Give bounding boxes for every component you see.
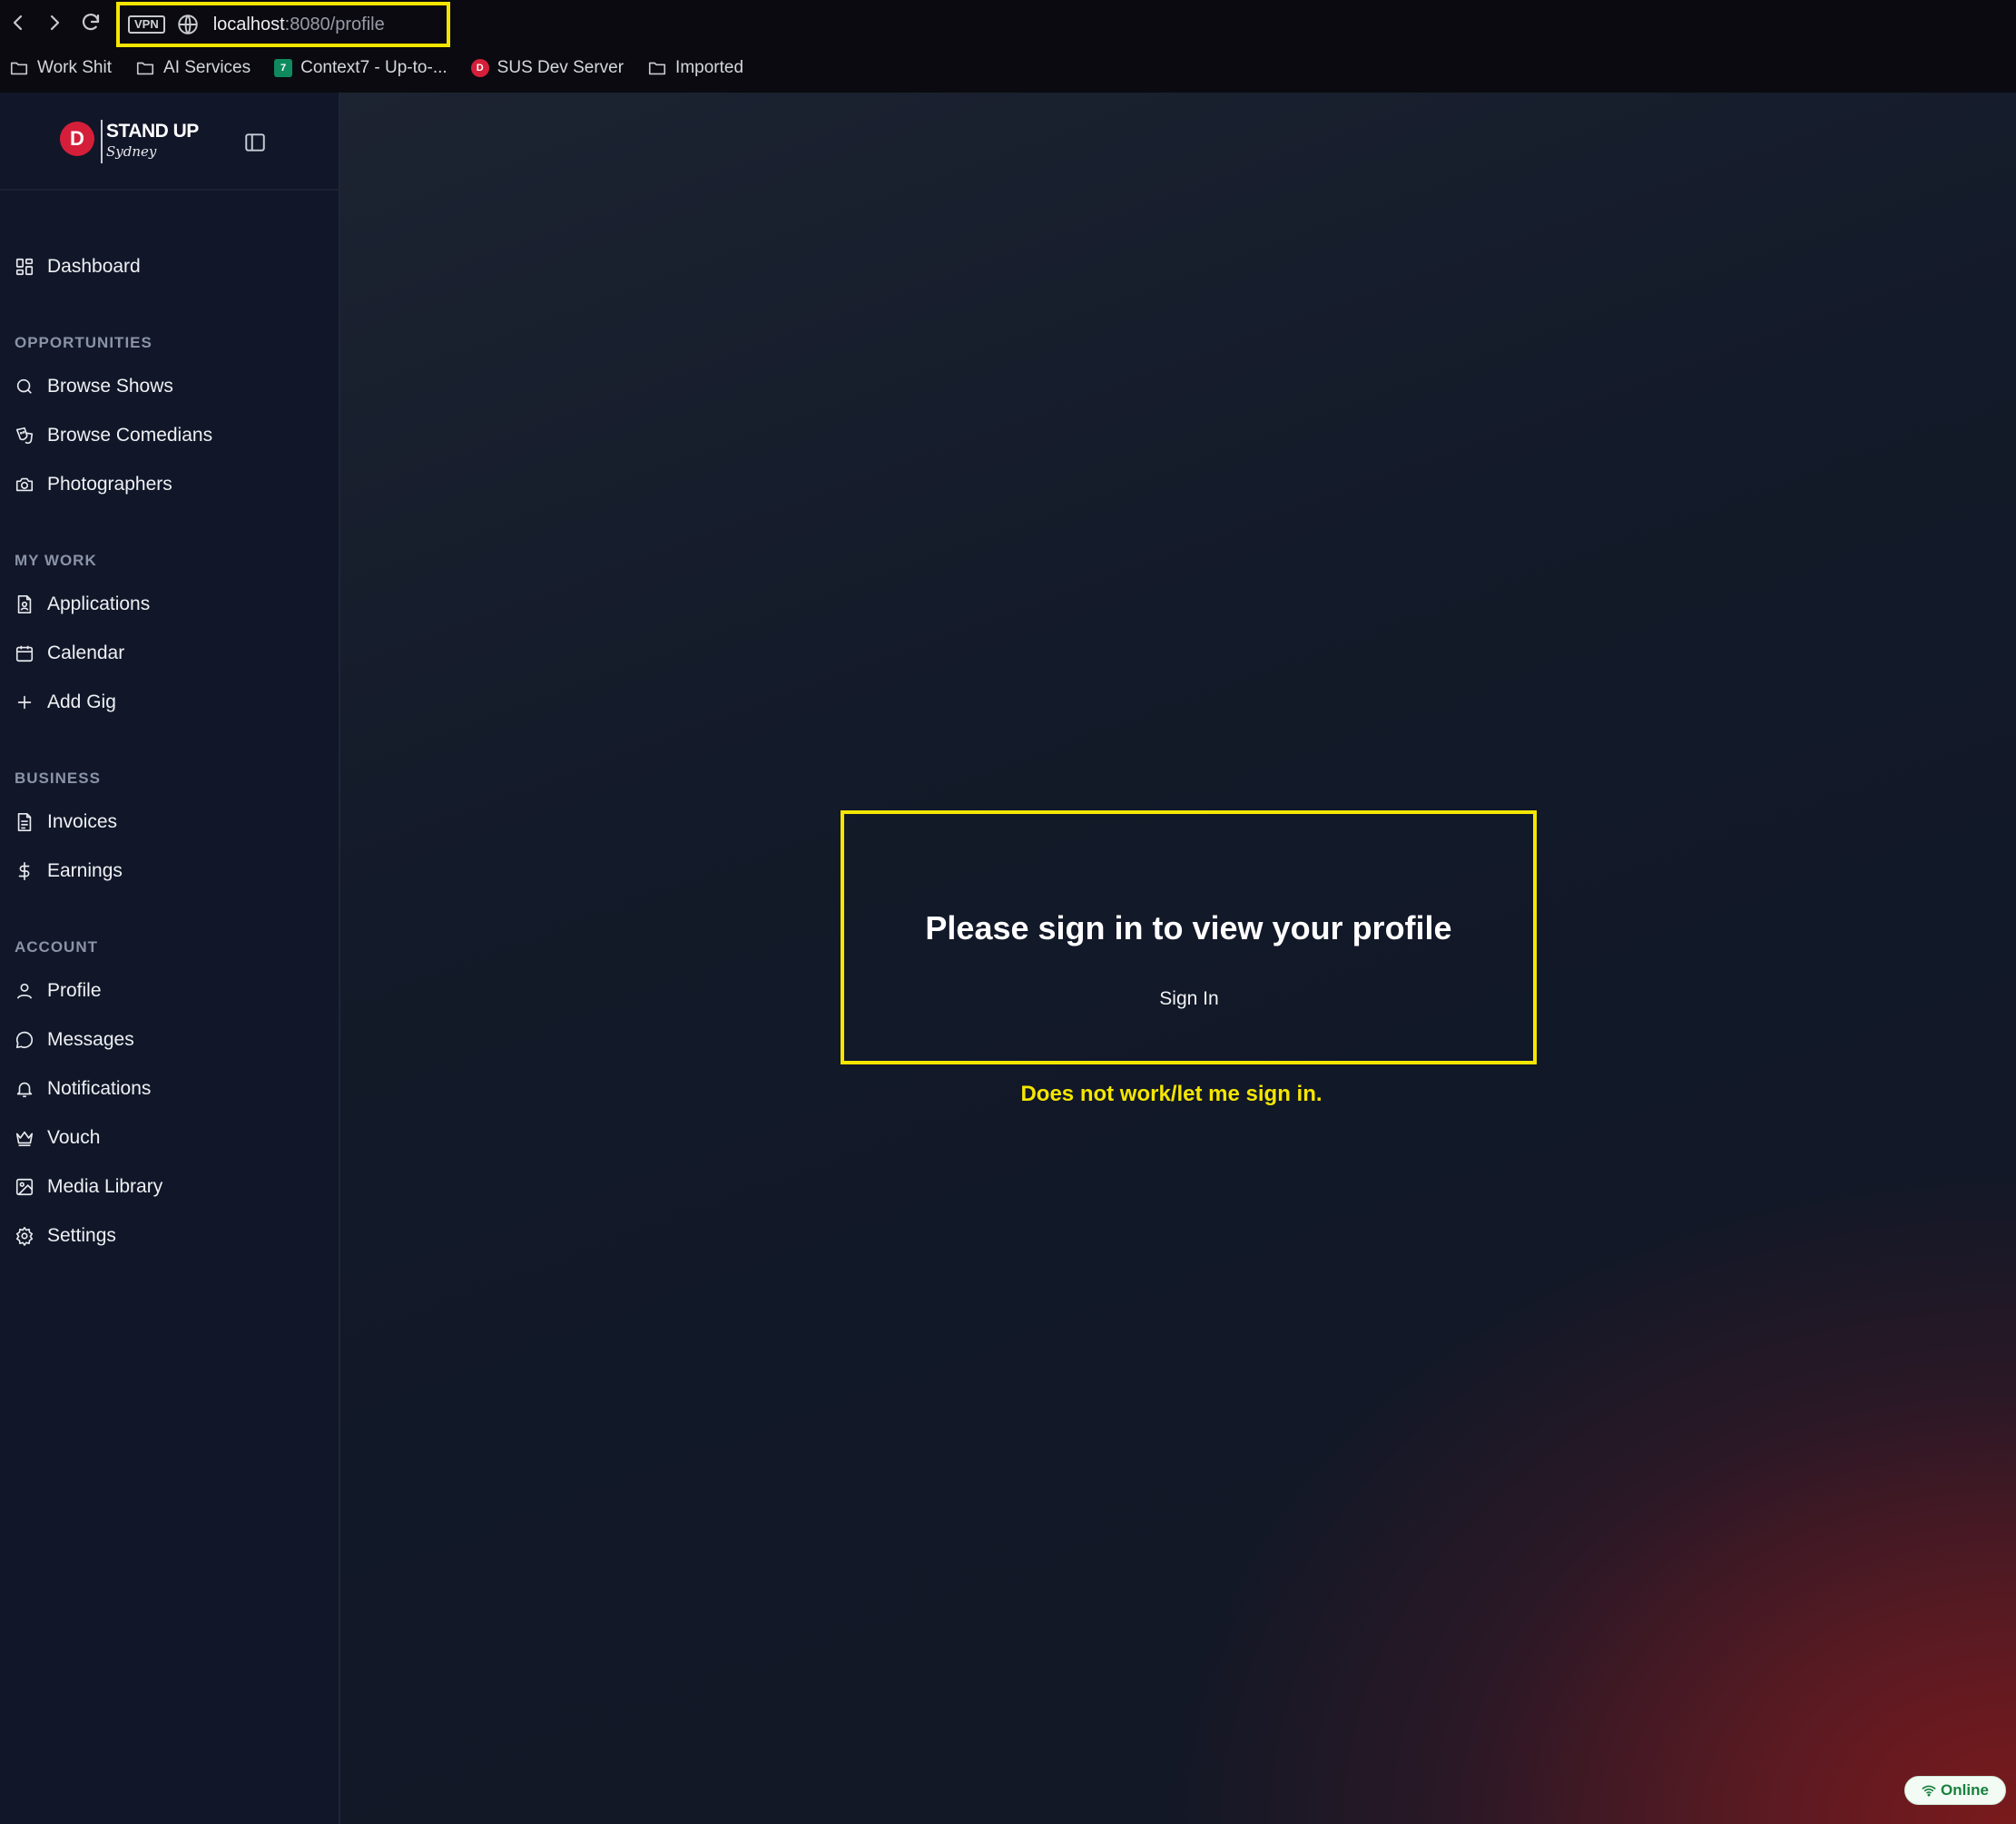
camera-icon bbox=[15, 477, 34, 492]
context7-favicon: 7 bbox=[274, 59, 293, 77]
standup-favicon: D bbox=[470, 59, 489, 77]
url-path: :8080/profile bbox=[284, 14, 385, 34]
dashboard-icon bbox=[15, 258, 34, 276]
reload-icon bbox=[82, 14, 100, 31]
bell-icon bbox=[16, 1082, 33, 1098]
logo-subtext: Sydney bbox=[106, 143, 157, 160]
vpn-badge[interactable]: VPN bbox=[128, 15, 165, 34]
main-content: Please sign in to view your profile Sign… bbox=[340, 93, 2016, 1824]
image-icon bbox=[15, 1178, 34, 1196]
sidebar-collapse-icon[interactable] bbox=[243, 131, 267, 154]
folder-icon bbox=[648, 62, 666, 75]
bookmark-imported[interactable]: Imported bbox=[647, 58, 743, 78]
sidebar-item-notifications[interactable]: Notifications bbox=[0, 1071, 339, 1107]
bookmark-work-shit[interactable]: Work Shit bbox=[9, 58, 112, 78]
signin-card: Please sign in to view your profile Sign… bbox=[841, 810, 1537, 1064]
logo-divider bbox=[101, 120, 103, 163]
globe-icon bbox=[178, 15, 198, 34]
chevron-left-icon bbox=[13, 15, 23, 31]
annotation-note: Does not work/let me sign in. bbox=[1020, 1082, 1323, 1106]
sign-in-button[interactable]: Sign In bbox=[1135, 981, 1244, 1017]
sidebar-item-invoices[interactable]: Invoices bbox=[0, 804, 339, 840]
bookmark-sus-dev-server[interactable]: D SUS Dev Server bbox=[470, 58, 624, 78]
chevron-right-icon bbox=[50, 15, 60, 31]
logo-text: STAND UP bbox=[106, 121, 199, 142]
sidebar-item-browse-shows[interactable]: Browse Shows bbox=[0, 368, 339, 405]
folder-icon bbox=[136, 62, 154, 75]
gear-icon bbox=[15, 1227, 34, 1246]
bookmarks-bar: Work Shit AI Services 7 Context7 - Up-to… bbox=[0, 54, 758, 82]
file-user-icon bbox=[17, 595, 32, 613]
page-title: Please sign in to view your profile bbox=[925, 909, 1452, 946]
url-host: localhost bbox=[212, 14, 285, 34]
section-account: ACCOUNT bbox=[15, 938, 98, 956]
wifi-icon bbox=[1922, 1785, 1936, 1797]
section-business: BUSINESS bbox=[15, 770, 101, 787]
bookmark-ai-services[interactable]: AI Services bbox=[135, 58, 251, 78]
calendar-icon bbox=[15, 645, 34, 662]
sidebar-item-earnings[interactable]: Earnings bbox=[0, 853, 339, 889]
section-opportunities: OPPORTUNITIES bbox=[15, 334, 152, 351]
forward-button[interactable] bbox=[38, 7, 71, 38]
browser-chrome: VPN localhost:8080/profile Work Shit AI … bbox=[0, 0, 2016, 93]
message-icon bbox=[15, 1031, 34, 1049]
section-my-work: MY WORK bbox=[15, 552, 97, 569]
sidebar-item-photographers[interactable]: Photographers bbox=[0, 466, 339, 503]
dollar-icon bbox=[18, 862, 30, 880]
back-button[interactable] bbox=[2, 7, 34, 38]
plus-icon bbox=[17, 695, 32, 710]
sidebar: D STAND UP Sydney Dashboard OPPORTUNITIE… bbox=[0, 93, 340, 1824]
sidebar-item-settings[interactable]: Settings bbox=[0, 1218, 339, 1254]
sidebar-item-calendar[interactable]: Calendar bbox=[0, 635, 339, 672]
sidebar-item-dashboard[interactable]: Dashboard bbox=[0, 249, 339, 285]
file-text-icon bbox=[17, 813, 32, 831]
user-icon bbox=[16, 983, 33, 999]
sidebar-item-add-gig[interactable]: Add Gig bbox=[0, 684, 339, 721]
sidebar-item-profile[interactable]: Profile bbox=[0, 973, 339, 1009]
sidebar-item-vouch[interactable]: Vouch bbox=[0, 1120, 339, 1156]
sidebar-item-browse-comedians[interactable]: Browse Comedians bbox=[0, 417, 339, 454]
logo-mark[interactable]: D bbox=[60, 122, 94, 156]
sidebar-item-messages[interactable]: Messages bbox=[0, 1022, 339, 1058]
bookmark-context7[interactable]: 7 Context7 - Up-to-... bbox=[274, 58, 447, 78]
sidebar-header: D STAND UP Sydney bbox=[0, 93, 339, 191]
status-badge: Online bbox=[1904, 1776, 2006, 1805]
sidebar-item-media-library[interactable]: Media Library bbox=[0, 1169, 339, 1205]
folder-icon bbox=[10, 62, 28, 75]
search-icon bbox=[16, 378, 32, 394]
crown-icon bbox=[15, 1131, 34, 1147]
address-bar[interactable]: VPN localhost:8080/profile bbox=[116, 2, 450, 47]
reload-button[interactable] bbox=[74, 7, 107, 38]
sidebar-item-applications[interactable]: Applications bbox=[0, 586, 339, 623]
theater-masks-icon bbox=[15, 427, 34, 445]
